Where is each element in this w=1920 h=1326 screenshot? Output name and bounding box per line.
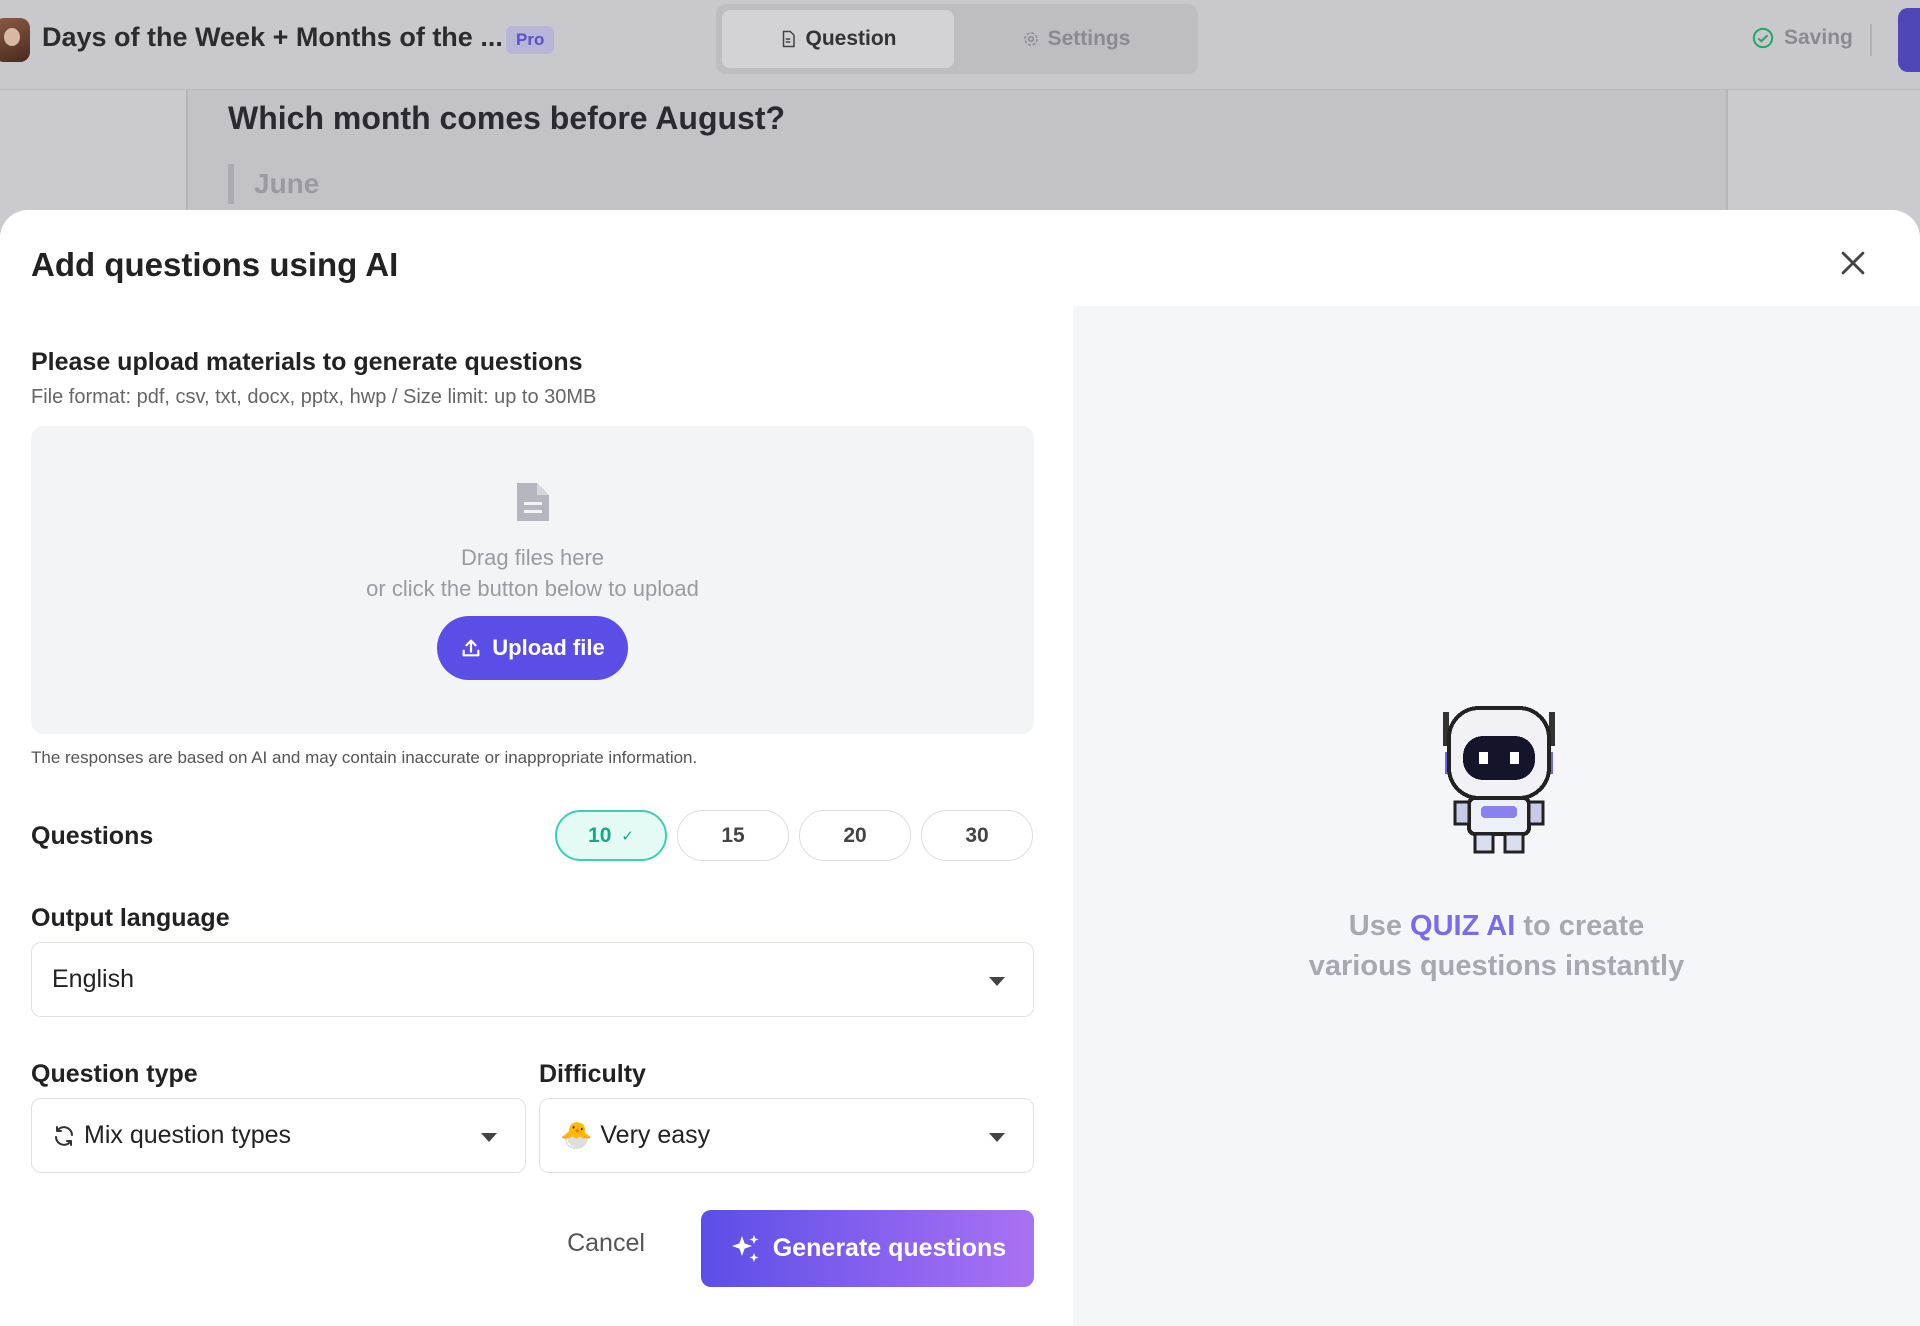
promo-suffix: to create bbox=[1515, 910, 1645, 942]
ai-promo-text: Use QUIZ AI to create various questions … bbox=[1073, 906, 1920, 986]
check-circle-icon bbox=[1752, 27, 1774, 49]
output-language-label: Output language bbox=[31, 904, 230, 932]
upload-file-button[interactable]: Upload file bbox=[437, 616, 628, 680]
upload-file-label: Upload file bbox=[492, 635, 605, 660]
promo-prefix: Use bbox=[1348, 910, 1411, 942]
robot-mascot-icon bbox=[1443, 706, 1555, 854]
publish-button[interactable] bbox=[1898, 8, 1920, 72]
questions-count-label: Questions bbox=[31, 822, 154, 850]
generate-questions-button[interactable]: Generate questions bbox=[701, 1210, 1034, 1287]
difficulty-label: Difficulty bbox=[539, 1060, 646, 1088]
caret-down-icon bbox=[989, 977, 1005, 986]
questions-count-value: 20 bbox=[843, 823, 867, 847]
cancel-button[interactable]: Cancel bbox=[526, 1214, 686, 1272]
ai-questions-modal: Add questions using AI Please upload mat… bbox=[0, 210, 1920, 1326]
caret-down-icon bbox=[481, 1133, 497, 1142]
question-card: Which month comes before August? June bbox=[186, 90, 1728, 230]
upload-format-hint: File format: pdf, csv, txt, docx, pptx, … bbox=[31, 386, 597, 408]
file-icon bbox=[517, 483, 549, 521]
output-language-value: English bbox=[52, 965, 134, 993]
questions-count-value: 15 bbox=[721, 823, 745, 847]
file-dropzone[interactable]: Drag files here or click the button belo… bbox=[31, 426, 1034, 734]
tab-question[interactable]: Question bbox=[722, 10, 954, 68]
quiz-thumbnail bbox=[0, 18, 30, 62]
ai-promo-line-2: various questions instantly bbox=[1308, 950, 1685, 982]
promo-brand: QUIZ AI bbox=[1410, 910, 1516, 942]
tab-question-label: Question bbox=[805, 27, 897, 50]
questions-count-option[interactable]: 30 bbox=[921, 810, 1033, 861]
question-type-value: Mix question types bbox=[84, 1121, 292, 1149]
questions-count-options: 10 ✓ 15 20 30 bbox=[555, 810, 1033, 861]
generate-questions-label: Generate questions bbox=[772, 1234, 1007, 1262]
close-button[interactable] bbox=[1836, 246, 1870, 280]
questions-count-option[interactable]: 20 bbox=[799, 810, 911, 861]
tab-settings[interactable]: Settings bbox=[960, 10, 1192, 68]
dropzone-line-1: Drag files here bbox=[460, 545, 605, 570]
gear-icon bbox=[1023, 32, 1038, 46]
tab-settings-label: Settings bbox=[1047, 27, 1131, 50]
upload-icon bbox=[462, 639, 480, 657]
close-icon bbox=[1841, 251, 1865, 275]
questions-count-option[interactable]: 10 ✓ bbox=[555, 810, 667, 861]
questions-count-value: 30 bbox=[965, 823, 989, 847]
answer-option[interactable]: June bbox=[228, 164, 319, 204]
quiz-title[interactable]: Days of the Week + Months of the ... bbox=[42, 22, 503, 53]
ai-promo-panel: Use QUIZ AI to create various questions … bbox=[1073, 306, 1920, 1326]
difficulty-select[interactable]: 🐣 Very easy bbox=[539, 1098, 1034, 1173]
pro-badge: Pro bbox=[506, 26, 555, 54]
question-type-label: Question type bbox=[31, 1060, 198, 1088]
question-type-select[interactable]: Mix question types bbox=[31, 1098, 526, 1173]
ai-promo-line-1: Use QUIZ AI to create bbox=[1073, 906, 1920, 946]
hatching-chick-icon: 🐣 bbox=[560, 1120, 593, 1150]
divider bbox=[1870, 24, 1872, 56]
document-icon bbox=[783, 30, 796, 48]
save-status-label: Saving bbox=[1784, 26, 1853, 49]
caret-down-icon bbox=[989, 1133, 1005, 1142]
questions-count-value: 10 bbox=[588, 823, 612, 847]
dropzone-line-2: or click the button below to upload bbox=[366, 576, 699, 601]
editor-tabs: Question Settings bbox=[716, 4, 1198, 74]
difficulty-value: Very easy bbox=[600, 1121, 711, 1149]
top-bar: Days of the Week + Months of the ... Pro… bbox=[0, 0, 1920, 90]
check-icon: ✓ bbox=[621, 827, 634, 845]
question-title[interactable]: Which month comes before August? bbox=[228, 100, 785, 137]
output-language-select[interactable]: English bbox=[31, 942, 1034, 1017]
dropzone-text: Drag files here or click the button belo… bbox=[31, 542, 1034, 604]
refresh-icon bbox=[55, 1125, 73, 1146]
modal-title: Add questions using AI bbox=[31, 246, 399, 283]
ai-disclaimer: The responses are based on AI and may co… bbox=[31, 748, 698, 767]
sparkles-icon bbox=[731, 1234, 759, 1262]
upload-section-title: Please upload materials to generate ques… bbox=[31, 348, 583, 376]
save-status: Saving bbox=[1752, 26, 1853, 50]
questions-count-option[interactable]: 15 bbox=[677, 810, 789, 861]
